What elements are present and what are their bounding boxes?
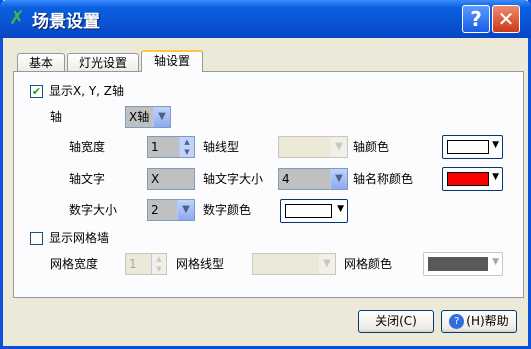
axis-select-value: X轴	[129, 110, 150, 124]
number-size-value: 2	[151, 203, 159, 217]
chevron-down-icon: ▼	[492, 172, 499, 182]
grid-width-stepper[interactable]: 1 ▲ ▼	[125, 253, 167, 275]
axis-name-color-picker[interactable]: ▼	[442, 167, 503, 191]
axis-text-value: X	[151, 172, 160, 186]
axis-settings-panel: ✔ 显示X, Y, Z轴 轴 X轴 ▼ 轴宽度 1 ▲ ▼ 轴线型 ▼ 轴颜色 ▼…	[13, 71, 524, 298]
number-color-swatch	[285, 204, 332, 218]
tab-lighting[interactable]: 灯光设置	[67, 53, 139, 72]
titlebar-close-button[interactable]: ✕	[492, 5, 520, 33]
axis-text-size-select[interactable]: 4 ▼	[278, 168, 348, 190]
axis-text-size-value: 4	[282, 172, 290, 186]
axis-name-color-swatch	[447, 172, 489, 186]
axis-line-type-select[interactable]: ▼	[278, 136, 348, 158]
axis-color-swatch	[447, 140, 489, 154]
grid-width-value: 1	[129, 257, 137, 271]
chevron-down-icon: ▼	[492, 257, 499, 267]
axis-label: 轴	[50, 110, 63, 124]
show-grid-checkbox[interactable]	[30, 232, 43, 245]
axis-select[interactable]: X轴 ▼	[125, 106, 171, 128]
grid-line-type-label: 网格线型	[176, 257, 225, 271]
help-button[interactable]: ? (H)帮助	[441, 310, 517, 333]
chevron-down-icon: ▼	[330, 169, 347, 189]
chevron-down-icon: ▼	[177, 200, 194, 220]
spin-arrows-icon[interactable]: ▲ ▼	[179, 137, 194, 157]
app-icon: ✗	[9, 7, 25, 29]
grid-width-label: 网格宽度	[50, 257, 99, 271]
grid-line-type-select[interactable]: ▼	[252, 253, 336, 275]
chevron-down-icon: ▼	[337, 204, 344, 214]
show-axes-label: 显示X, Y, Z轴	[49, 84, 125, 98]
spin-arrows-icon[interactable]: ▲ ▼	[151, 254, 166, 274]
number-size-select[interactable]: 2 ▼	[147, 199, 195, 221]
chevron-down-icon: ▼	[330, 137, 347, 157]
axis-width-stepper[interactable]: 1 ▲ ▼	[147, 136, 195, 158]
show-grid-label: 显示网格墙	[49, 231, 110, 245]
close-button-label: 关闭(C)	[375, 314, 417, 328]
titlebar-help-button[interactable]: ?	[462, 5, 490, 33]
chevron-down-icon: ▼	[153, 107, 170, 127]
show-axes-checkbox[interactable]: ✔	[30, 85, 43, 98]
axis-name-color-label: 轴名称颜色	[353, 172, 414, 186]
number-color-picker[interactable]: ▼	[280, 199, 348, 223]
number-color-label: 数字颜色	[203, 203, 252, 217]
axis-color-picker[interactable]: ▼	[442, 135, 503, 159]
chevron-down-icon: ▼	[492, 140, 499, 150]
chevron-down-icon: ▼	[318, 254, 335, 274]
number-size-label: 数字大小	[69, 203, 118, 217]
axis-text-label: 轴文字	[69, 172, 106, 186]
grid-color-swatch	[428, 257, 488, 271]
tab-axis-settings[interactable]: 轴设置	[141, 50, 203, 72]
grid-color-label: 网格颜色	[344, 257, 393, 271]
axis-width-value: 1	[151, 140, 159, 154]
axis-line-type-label: 轴线型	[203, 140, 240, 154]
tab-basic[interactable]: 基本	[17, 53, 65, 72]
grid-color-picker[interactable]: ▼	[423, 252, 503, 276]
window-title: 场景设置	[32, 12, 100, 32]
close-button[interactable]: 关闭(C)	[358, 310, 434, 333]
axis-text-size-label: 轴文字大小	[203, 172, 264, 186]
scene-settings-window: ✗ 场景设置 ? ✕ 基本 灯光设置 轴设置 ✔ 显示X, Y, Z轴 轴 X轴…	[0, 0, 531, 349]
axis-color-label: 轴颜色	[353, 140, 390, 154]
help-icon: ?	[449, 314, 465, 329]
title-bar[interactable]: ✗ 场景设置 ? ✕	[0, 0, 531, 38]
axis-width-label: 轴宽度	[69, 140, 106, 154]
help-button-label: (H)帮助	[466, 314, 509, 328]
axis-text-input[interactable]: X	[147, 168, 195, 190]
